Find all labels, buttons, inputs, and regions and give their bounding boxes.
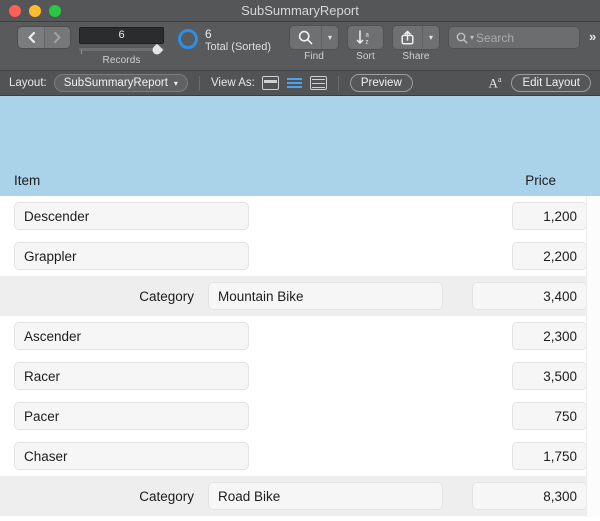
price-field[interactable]: 2,300: [512, 322, 587, 350]
svg-text:z: z: [366, 40, 369, 45]
table-row[interactable]: Descender 1,200: [0, 196, 600, 236]
layout-bar-divider: [198, 75, 200, 91]
table-row[interactable]: Pacer 750: [0, 396, 600, 436]
record-navigation-group: [18, 27, 70, 48]
price-field[interactable]: 750: [512, 402, 587, 430]
price-field[interactable]: 1,200: [512, 202, 587, 230]
column-header-item: Item: [14, 173, 41, 188]
category-field[interactable]: Road Bike: [208, 482, 443, 510]
column-header-price: Price: [525, 173, 556, 188]
item-field[interactable]: Racer: [14, 362, 249, 390]
total-records-group: 6 Total (Sorted): [178, 27, 271, 54]
record-counter-group: 6 Records: [79, 27, 164, 66]
sort-button[interactable]: a z: [348, 26, 383, 49]
table-row[interactable]: Grappler 2,200: [0, 236, 600, 276]
sort-az-icon: a z: [356, 30, 370, 45]
subsummary-label: Category: [139, 488, 194, 504]
search-icon: [456, 32, 468, 43]
list-view-icon[interactable]: [286, 76, 303, 90]
share-dropdown-caret[interactable]: ▾: [422, 26, 439, 49]
record-nav-buttons: [18, 27, 70, 48]
find-label: Find: [304, 51, 324, 62]
layout-bar: Layout: SubSummaryReport ▾ View As: Prev…: [0, 71, 600, 96]
found-set-pie-icon: [178, 29, 198, 49]
record-slider[interactable]: [79, 43, 164, 57]
price-field[interactable]: 3,500: [512, 362, 587, 390]
subsummary-row[interactable]: Category Road Bike 8,300: [0, 476, 600, 516]
table-row[interactable]: Racer 3,500: [0, 356, 600, 396]
form-view-icon[interactable]: [261, 76, 279, 90]
layout-label: Layout:: [9, 77, 47, 89]
find-dropdown-caret[interactable]: ▾: [321, 26, 338, 49]
category-total-field[interactable]: 8,300: [472, 482, 587, 510]
item-field[interactable]: Pacer: [14, 402, 249, 430]
edit-layout-button[interactable]: Edit Layout: [511, 74, 591, 92]
layout-bar-right: Aa Edit Layout: [489, 74, 591, 92]
subsummary-row[interactable]: Category Mountain Bike 3,400: [0, 276, 600, 316]
report-content: Item Price Descender 1,200 Grappler 2,200 Ca…: [0, 96, 600, 517]
sort-group: a z Sort: [348, 26, 383, 62]
record-number-input[interactable]: 6: [79, 27, 164, 44]
share-main[interactable]: [393, 26, 422, 49]
previous-record-button[interactable]: [18, 27, 44, 48]
chevron-right-icon: [54, 32, 61, 43]
preview-button[interactable]: Preview: [349, 74, 413, 92]
search-field[interactable]: ▾ Search: [449, 27, 579, 48]
layout-selector-value: SubSummaryReport: [63, 77, 168, 89]
toolbar-right-tools: ▾ Find a z Sort ▾ Share ▾ Search »: [290, 26, 596, 62]
record-slider-tick: [81, 50, 82, 54]
item-field[interactable]: Descender: [14, 202, 249, 230]
price-field[interactable]: 1,750: [512, 442, 587, 470]
vertical-scrollbar[interactable]: [586, 196, 600, 517]
price-field[interactable]: 2,200: [512, 242, 587, 270]
layout-selector[interactable]: SubSummaryReport ▾: [53, 74, 188, 92]
share-group: ▾ Share: [393, 26, 439, 62]
main-toolbar: 6 Records 6 Total (Sorted) ▾ Find a z So…: [0, 22, 600, 71]
share-icon: [401, 30, 414, 45]
total-records-count: 6: [205, 27, 212, 41]
report-rows: Descender 1,200 Grappler 2,200 Category Mount…: [0, 196, 600, 516]
share-label: Share: [402, 51, 430, 62]
chevron-down-icon: ▾: [173, 78, 178, 88]
table-row[interactable]: Chaser 1,750: [0, 436, 600, 476]
text-size-icon[interactable]: Aa: [489, 75, 502, 91]
next-record-button[interactable]: [44, 27, 70, 48]
total-records-label: Total (Sorted): [205, 41, 272, 53]
window-title-bar: SubSummaryReport: [0, 0, 600, 22]
category-total-field[interactable]: 3,400: [472, 282, 587, 310]
search-input[interactable]: Search: [476, 31, 514, 45]
category-field[interactable]: Mountain Bike: [208, 282, 443, 310]
window-title: SubSummaryReport: [241, 3, 359, 18]
toolbar-overflow-button[interactable]: »: [589, 29, 596, 44]
records-caption: Records: [102, 55, 141, 66]
find-main[interactable]: [290, 26, 321, 49]
item-field[interactable]: Ascender: [14, 322, 249, 350]
item-field[interactable]: Chaser: [14, 442, 249, 470]
table-row[interactable]: Ascender 2,300: [0, 316, 600, 356]
view-as-label: View As:: [210, 77, 255, 89]
item-field[interactable]: Grappler: [14, 242, 249, 270]
table-view-icon[interactable]: [309, 76, 327, 90]
sort-label: Sort: [356, 51, 375, 62]
find-button[interactable]: ▾: [290, 26, 338, 49]
svg-text:a: a: [366, 33, 370, 39]
search-scope-caret-icon[interactable]: ▾: [470, 33, 474, 42]
layout-bar-divider-2: [337, 75, 339, 91]
report-header-band: Item Price: [0, 96, 600, 196]
record-slider-thumb[interactable]: [150, 43, 164, 57]
subsummary-label: Category: [139, 288, 194, 304]
search-icon: [298, 30, 313, 45]
share-button[interactable]: ▾: [393, 26, 439, 49]
find-group: ▾ Find: [290, 26, 338, 62]
sort-main[interactable]: a z: [348, 26, 383, 49]
chevron-left-icon: [28, 32, 35, 43]
